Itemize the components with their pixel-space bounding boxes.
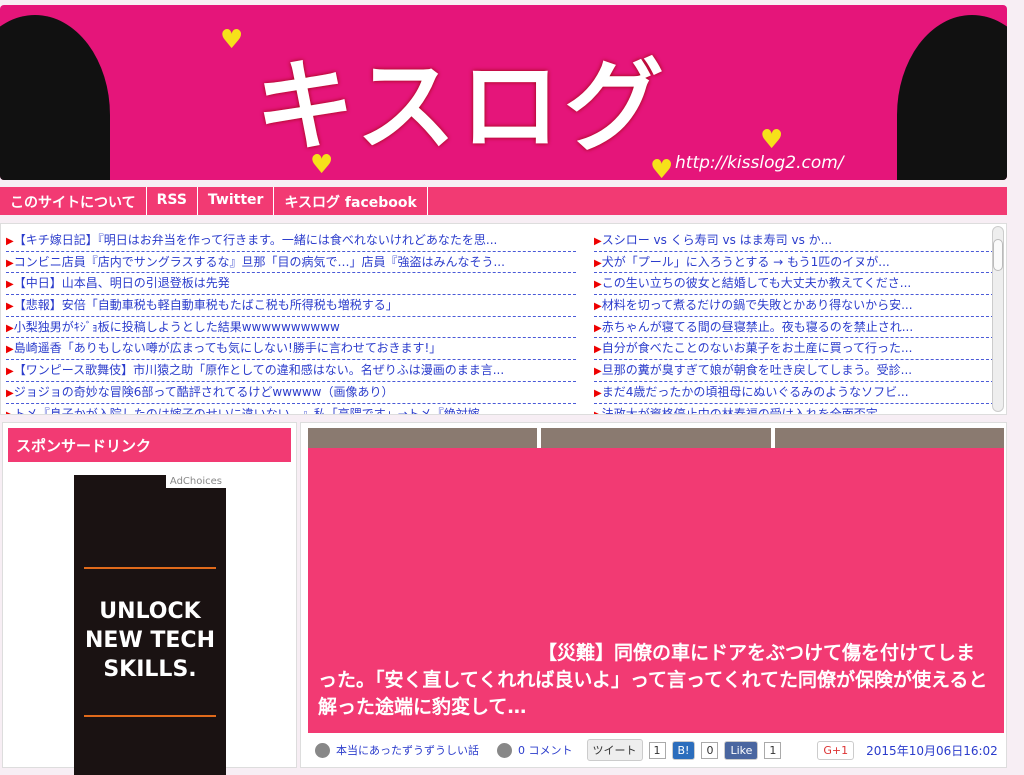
link-text[interactable]: まだ4歳だったかの頃祖母にぬいぐるみのようなソフビ... xyxy=(602,385,909,399)
category-link[interactable]: 本当にあったずうずうしい話 xyxy=(336,742,479,758)
nav-rss[interactable]: RSS xyxy=(147,187,198,215)
link-text[interactable]: 法政大が資格停止中の林春福の受け入れを全面否定 xyxy=(602,407,878,415)
arrow-icon: ▶ xyxy=(6,366,14,378)
link-item[interactable]: ▶【悲報】安倍「自動車税も軽自動車税もたばこ税も所得税も増税する」 xyxy=(6,295,576,317)
link-text[interactable]: コンビニ店員『店内でサングラスするな』旦那「目の病気で…」店員『強盗はみんなそう… xyxy=(14,255,505,269)
link-text[interactable]: 【ワンピース歌舞伎】市川猿之助「原作としての違和感はない。名ぜりふは漫画のまま言… xyxy=(14,363,505,377)
link-list: ▶【キチ嫁日記】『明日はお弁当を作って行きます。一緒には食べれないけれどあなたを… xyxy=(0,223,1007,415)
link-item[interactable]: ▶【ワンピース歌舞伎】市川猿之助「原作としての違和感はない。名ぜりふは漫画のまま… xyxy=(6,360,576,382)
silhouette-right xyxy=(897,15,1007,180)
scrollbar[interactable] xyxy=(992,226,1004,412)
tweet-count: 1 xyxy=(648,741,666,759)
link-item[interactable]: ▶法政大が資格停止中の林春福の受け入れを全面否定 xyxy=(594,404,994,415)
sidebar: スポンサードリンク AdChoices UNLOCK NEW TECH SKIL… xyxy=(2,422,297,775)
nav-twitter[interactable]: Twitter xyxy=(198,187,275,215)
ad-choices[interactable]: AdChoices xyxy=(165,475,226,488)
heart-icon: ♥ xyxy=(760,125,784,155)
link-text[interactable]: 赤ちゃんが寝てる間の昼寝禁止。夜も寝るのを禁止され... xyxy=(602,320,913,334)
link-item[interactable]: ▶旦那の糞が臭すぎて娘が朝食を吐き戻してしまう。受診... xyxy=(594,360,994,382)
nav-bar: このサイトについて RSS Twitter キスログ facebook xyxy=(0,187,1007,215)
comment-icon xyxy=(497,742,512,758)
post-date: 2015年10月06日16:02 xyxy=(866,743,998,758)
arrow-icon: ▶ xyxy=(594,366,602,378)
arrow-icon: ▶ xyxy=(6,301,14,313)
link-item[interactable]: ▶まだ4歳だったかの頃祖母にぬいぐるみのようなソフビ... xyxy=(594,382,994,404)
like-count: 1 xyxy=(764,741,782,759)
site-logo: キスログ xyxy=(255,48,668,165)
arrow-icon: ▶ xyxy=(6,257,14,269)
arrow-icon: ▶ xyxy=(594,344,602,356)
arrow-icon: ▶ xyxy=(594,279,602,291)
arrow-icon: ▶ xyxy=(6,344,14,356)
hatena-count: 0 xyxy=(701,741,719,759)
article-meta: 本当にあったずうずうしい話 0 コメント ツイート 1 B! 0 Like 1 … xyxy=(315,739,1005,761)
arrow-icon: ▶ xyxy=(6,387,14,399)
link-item[interactable]: ▶【中日】山本昌、明日の引退登板は先発 xyxy=(6,273,576,296)
link-item[interactable]: ▶【キチ嫁日記】『明日はお弁当を作って行きます。一緒には食べれないけれどあなたを… xyxy=(6,230,576,252)
link-item[interactable]: ▶ジョジョの奇妙な冒険6部って酷評されてるけどwwwww（画像あり） xyxy=(6,382,576,404)
site-banner[interactable]: ♥ ♥ ♥ ♥ キスログ http://kisslog2.com/ xyxy=(0,5,1007,180)
gplus-button[interactable]: G+1 xyxy=(817,740,855,760)
arrow-icon: ▶ xyxy=(594,301,602,313)
thumbnail-strip[interactable] xyxy=(308,428,1004,448)
facebook-like-button[interactable]: Like xyxy=(724,740,759,760)
ad-divider xyxy=(84,715,216,717)
link-text[interactable]: 犬が「プール」に入ろうとする → もう1匹のイヌが... xyxy=(602,255,890,269)
link-item[interactable]: ▶赤ちゃんが寝てる間の昼寝禁止。夜も寝るのを禁止され... xyxy=(594,317,994,339)
comment-link[interactable]: 0 コメント xyxy=(518,742,573,758)
arrow-icon: ▶ xyxy=(594,409,602,415)
sponsored-heading: スポンサードリンク xyxy=(8,428,291,462)
scrollbar-thumb[interactable] xyxy=(993,239,1003,271)
arrow-icon: ▶ xyxy=(6,409,14,415)
arrow-icon: ▶ xyxy=(594,387,602,399)
main-content: 【災難】同僚の車にドアをぶつけて傷を付けてしまった。「安く直してくれれば良いよ」… xyxy=(300,422,1007,768)
article-hero[interactable]: 【災難】同僚の車にドアをぶつけて傷を付けてしまった。「安く直してくれれば良いよ」… xyxy=(308,448,1004,733)
arrow-icon: ▶ xyxy=(594,257,602,269)
silhouette-left xyxy=(0,15,110,180)
link-text[interactable]: ジョジョの奇妙な冒険6部って酷評されてるけどwwwww（画像あり） xyxy=(14,385,394,399)
link-text[interactable]: 自分が食べたことのないお菓子をお土産に買って行った... xyxy=(602,341,913,355)
link-text[interactable]: 材料を切って煮るだけの鍋で失敗とかあり得ないから安... xyxy=(602,298,913,312)
link-text[interactable]: スシロー vs くら寿司 vs はま寿司 vs か... xyxy=(602,233,832,247)
site-url: http://kisslog2.com/ xyxy=(675,153,844,173)
link-text[interactable]: トメ『息子かが入院したのは嫁子のせいに違いない…』私「高隈です」→トメ『絶対嫁 xyxy=(14,407,480,415)
category-icon xyxy=(315,742,330,758)
link-text[interactable]: 【キチ嫁日記】『明日はお弁当を作って行きます。一緒には食べれないけれどあなたを思… xyxy=(14,233,498,247)
link-item[interactable]: ▶自分が食べたことのないお菓子をお土産に買って行った... xyxy=(594,338,994,361)
link-item[interactable]: ▶トメ『息子かが入院したのは嫁子のせいに違いない…』私「高隈です」→トメ『絶対嫁 xyxy=(6,404,576,415)
link-item[interactable]: ▶材料を切って煮るだけの鍋で失敗とかあり得ないから安... xyxy=(594,295,994,317)
ad-divider xyxy=(84,567,216,569)
link-item[interactable]: ▶スシロー vs くら寿司 vs はま寿司 vs か... xyxy=(594,230,994,252)
link-item[interactable]: ▶犬が「プール」に入ろうとする → もう1匹のイヌが... xyxy=(594,252,994,274)
arrow-icon: ▶ xyxy=(6,236,14,247)
link-item[interactable]: ▶この生い立ちの彼女と結婚しても大丈夫か教えてくださ... xyxy=(594,273,994,296)
link-text[interactable]: 【中日】山本昌、明日の引退登板は先発 xyxy=(14,276,230,290)
arrow-icon: ▶ xyxy=(594,322,602,334)
heart-icon: ♥ xyxy=(220,25,244,55)
arrow-icon: ▶ xyxy=(594,236,602,247)
ad-text: UNLOCK NEW TECH SKILLS. xyxy=(85,599,215,682)
tweet-button[interactable]: ツイート xyxy=(586,739,643,761)
link-text[interactable]: 【悲報】安倍「自動車税も軽自動車税もたばこ税も所得税も増税する」 xyxy=(14,298,398,312)
link-text[interactable]: 小梨独男がｷｼﾞｮ板に投稿しようとした結果wwwwwwwwww xyxy=(14,320,340,334)
hatena-button[interactable]: B! xyxy=(671,740,696,760)
nav-about[interactable]: このサイトについて xyxy=(0,187,147,215)
arrow-icon: ▶ xyxy=(6,279,14,291)
article-title[interactable]: 【災難】同僚の車にドアをぶつけて傷を付けてしまった。「安く直してくれれば良いよ」… xyxy=(318,640,990,721)
nav-facebook[interactable]: キスログ facebook xyxy=(274,187,428,215)
link-text[interactable]: 旦那の糞が臭すぎて娘が朝食を吐き戻してしまう。受診... xyxy=(602,363,912,377)
link-item[interactable]: ▶島崎遥香「ありもしない噂が広まっても気にしない!勝手に言わせておきます!」 xyxy=(6,338,576,361)
link-text[interactable]: 島崎遥香「ありもしない噂が広まっても気にしない!勝手に言わせておきます!」 xyxy=(14,341,442,355)
ad-banner[interactable]: AdChoices UNLOCK NEW TECH SKILLS. xyxy=(74,475,226,775)
link-item[interactable]: ▶コンビニ店員『店内でサングラスするな』旦那「目の病気で…」店員『強盗はみんなそ… xyxy=(6,252,576,274)
link-text[interactable]: この生い立ちの彼女と結婚しても大丈夫か教えてくださ... xyxy=(602,276,912,290)
link-item[interactable]: ▶小梨独男がｷｼﾞｮ板に投稿しようとした結果wwwwwwwwww xyxy=(6,317,576,339)
arrow-icon: ▶ xyxy=(6,322,14,334)
